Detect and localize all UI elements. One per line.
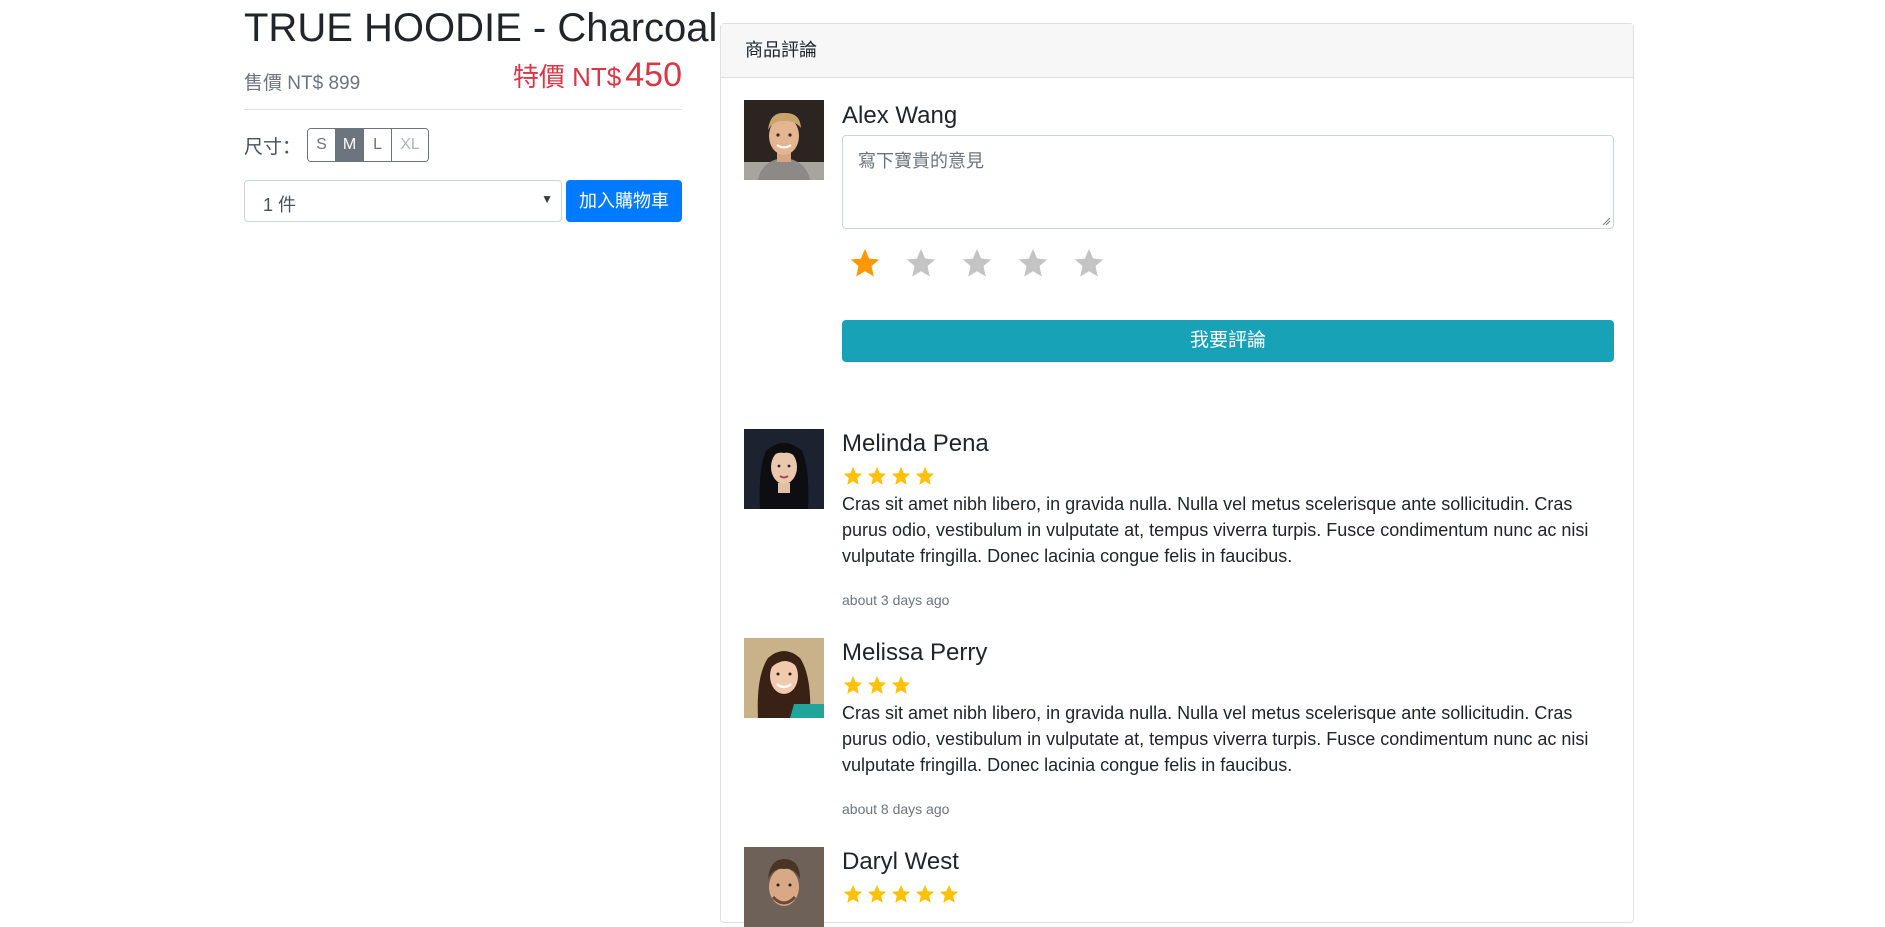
- resize-grip-icon[interactable]: [1601, 216, 1611, 226]
- review-rating: [842, 465, 938, 487]
- rating-star-3-icon[interactable]: [960, 246, 994, 280]
- review-textarea[interactable]: 寫下寶貴的意見: [842, 135, 1614, 229]
- original-price: 售價 NT$ 899: [244, 73, 361, 94]
- product-title: TRUE HOODIE - Charcoal: [244, 6, 718, 50]
- reviewer-name: Melissa Perry: [842, 639, 988, 666]
- price-divider: [244, 109, 682, 110]
- review-text: Cras sit amet nibh libero, in gravida nu…: [842, 703, 1589, 775]
- star-icon: [891, 466, 911, 485]
- reviewer-avatar: [744, 847, 824, 927]
- review-timestamp: about 3 days ago: [842, 592, 950, 608]
- caret-down-icon: ▼: [541, 192, 553, 206]
- current-user-name: Alex Wang: [842, 102, 958, 129]
- current-user-avatar: [744, 100, 824, 180]
- size-option-xl[interactable]: XL: [392, 129, 429, 161]
- size-option-s[interactable]: S: [308, 129, 337, 161]
- rating-star-5-icon[interactable]: [1072, 246, 1106, 280]
- star-icon: [915, 466, 935, 485]
- star-icon: [843, 884, 863, 903]
- review-text: Cras sit amet nibh libero, in gravida nu…: [842, 494, 1589, 566]
- reviews-card-header: 商品評論: [721, 24, 1633, 78]
- star-icon: [939, 884, 959, 903]
- review-timestamp: about 8 days ago: [842, 801, 950, 817]
- star-icon: [891, 884, 911, 903]
- size-option-m[interactable]: M: [336, 129, 365, 161]
- star-icon: [867, 675, 887, 694]
- rating-star-4-icon[interactable]: [1016, 246, 1050, 280]
- rating-star-1-icon[interactable]: [848, 246, 882, 280]
- review-rating: [842, 674, 914, 696]
- rating-input: [848, 246, 1128, 280]
- sale-price-value: 450: [625, 56, 682, 94]
- sale-price: 特價 NT$ 450: [513, 56, 682, 95]
- star-icon: [843, 675, 863, 694]
- add-to-cart-button[interactable]: 加入購物車: [566, 180, 682, 222]
- size-option-l[interactable]: L: [364, 129, 393, 161]
- reviewer-name: Daryl West: [842, 848, 959, 875]
- buy-row: 1 件 ▼ 加入購物車: [244, 180, 682, 222]
- star-icon: [867, 884, 887, 903]
- star-icon: [867, 466, 887, 485]
- reviewer-avatar: [744, 638, 824, 718]
- rating-star-2-icon[interactable]: [904, 246, 938, 280]
- reviewer-name: Melinda Pena: [842, 430, 989, 457]
- quantity-value: 1 件: [263, 195, 297, 215]
- star-icon: [915, 884, 935, 903]
- sale-price-label: 特價 NT$: [512, 62, 622, 92]
- size-label: 尺寸：: [244, 136, 302, 158]
- submit-review-button[interactable]: 我要評論: [842, 320, 1614, 362]
- quantity-select[interactable]: 1 件 ▼: [244, 180, 562, 222]
- star-icon: [891, 675, 911, 694]
- price-row: 售價 NT$ 899 特價 NT$ 450: [244, 56, 682, 104]
- star-icon: [843, 466, 863, 485]
- reviews-card: 商品評論 Alex Wang 寫下寶貴的意見 我要評論 Melinda Pena…: [720, 23, 1634, 927]
- size-selector: 尺寸： S M L XL: [244, 128, 430, 162]
- reviewer-avatar: [744, 429, 824, 509]
- review-textarea-placeholder: 寫下寶貴的意見: [858, 151, 984, 171]
- size-button-group: S M L XL: [307, 128, 430, 162]
- review-rating: [842, 883, 962, 905]
